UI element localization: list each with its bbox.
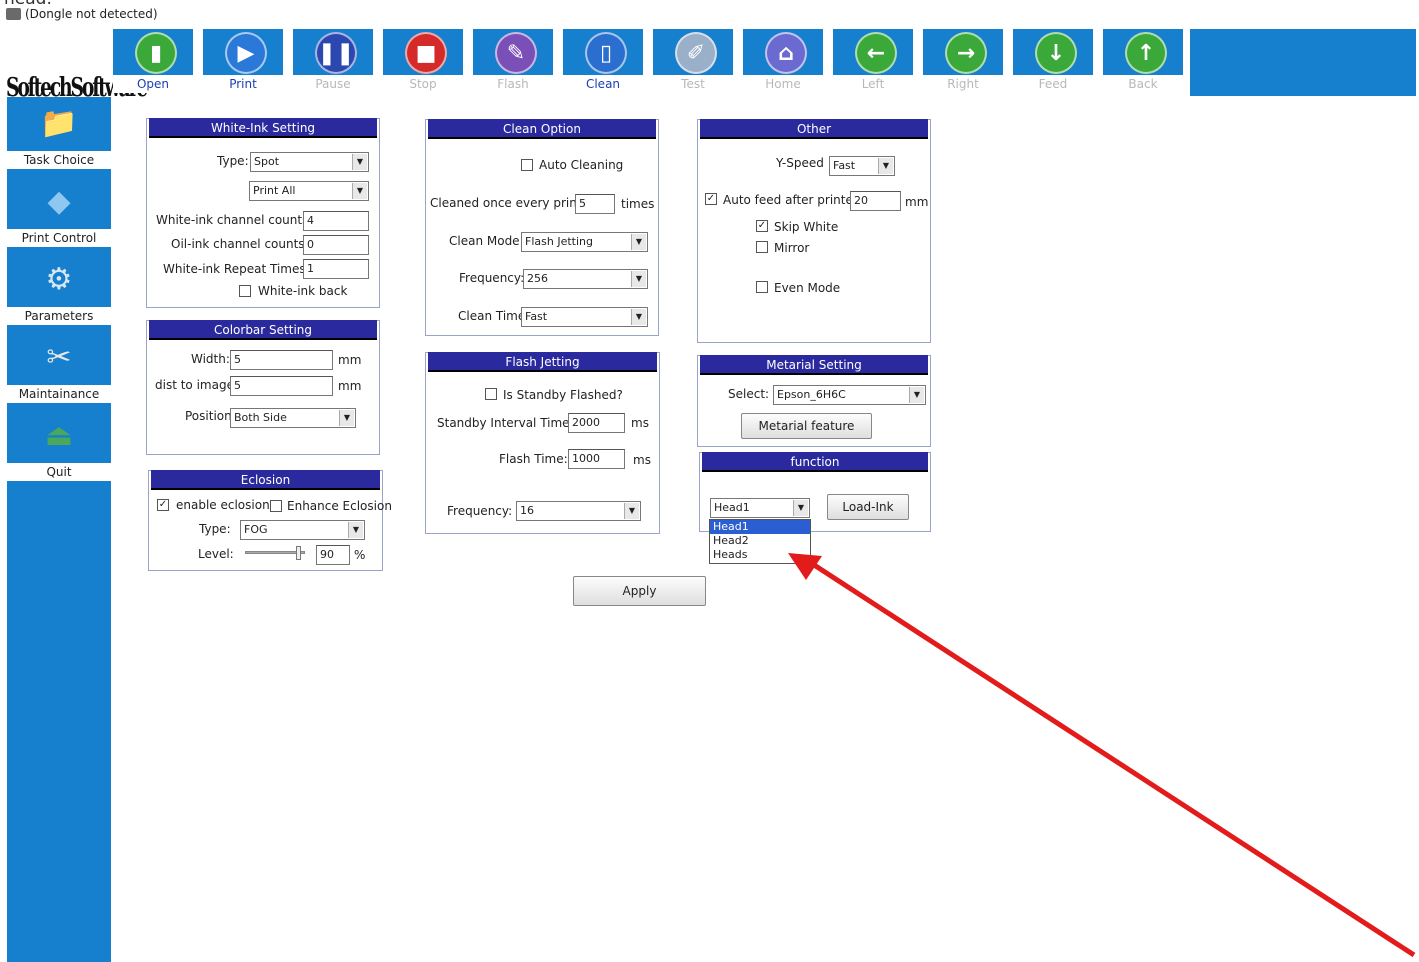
app-window: nead. (Dongle not detected) SoftechSoftw… <box>0 0 1419 962</box>
annotation-arrow <box>788 553 1416 958</box>
arrow-shaft <box>806 558 1416 958</box>
